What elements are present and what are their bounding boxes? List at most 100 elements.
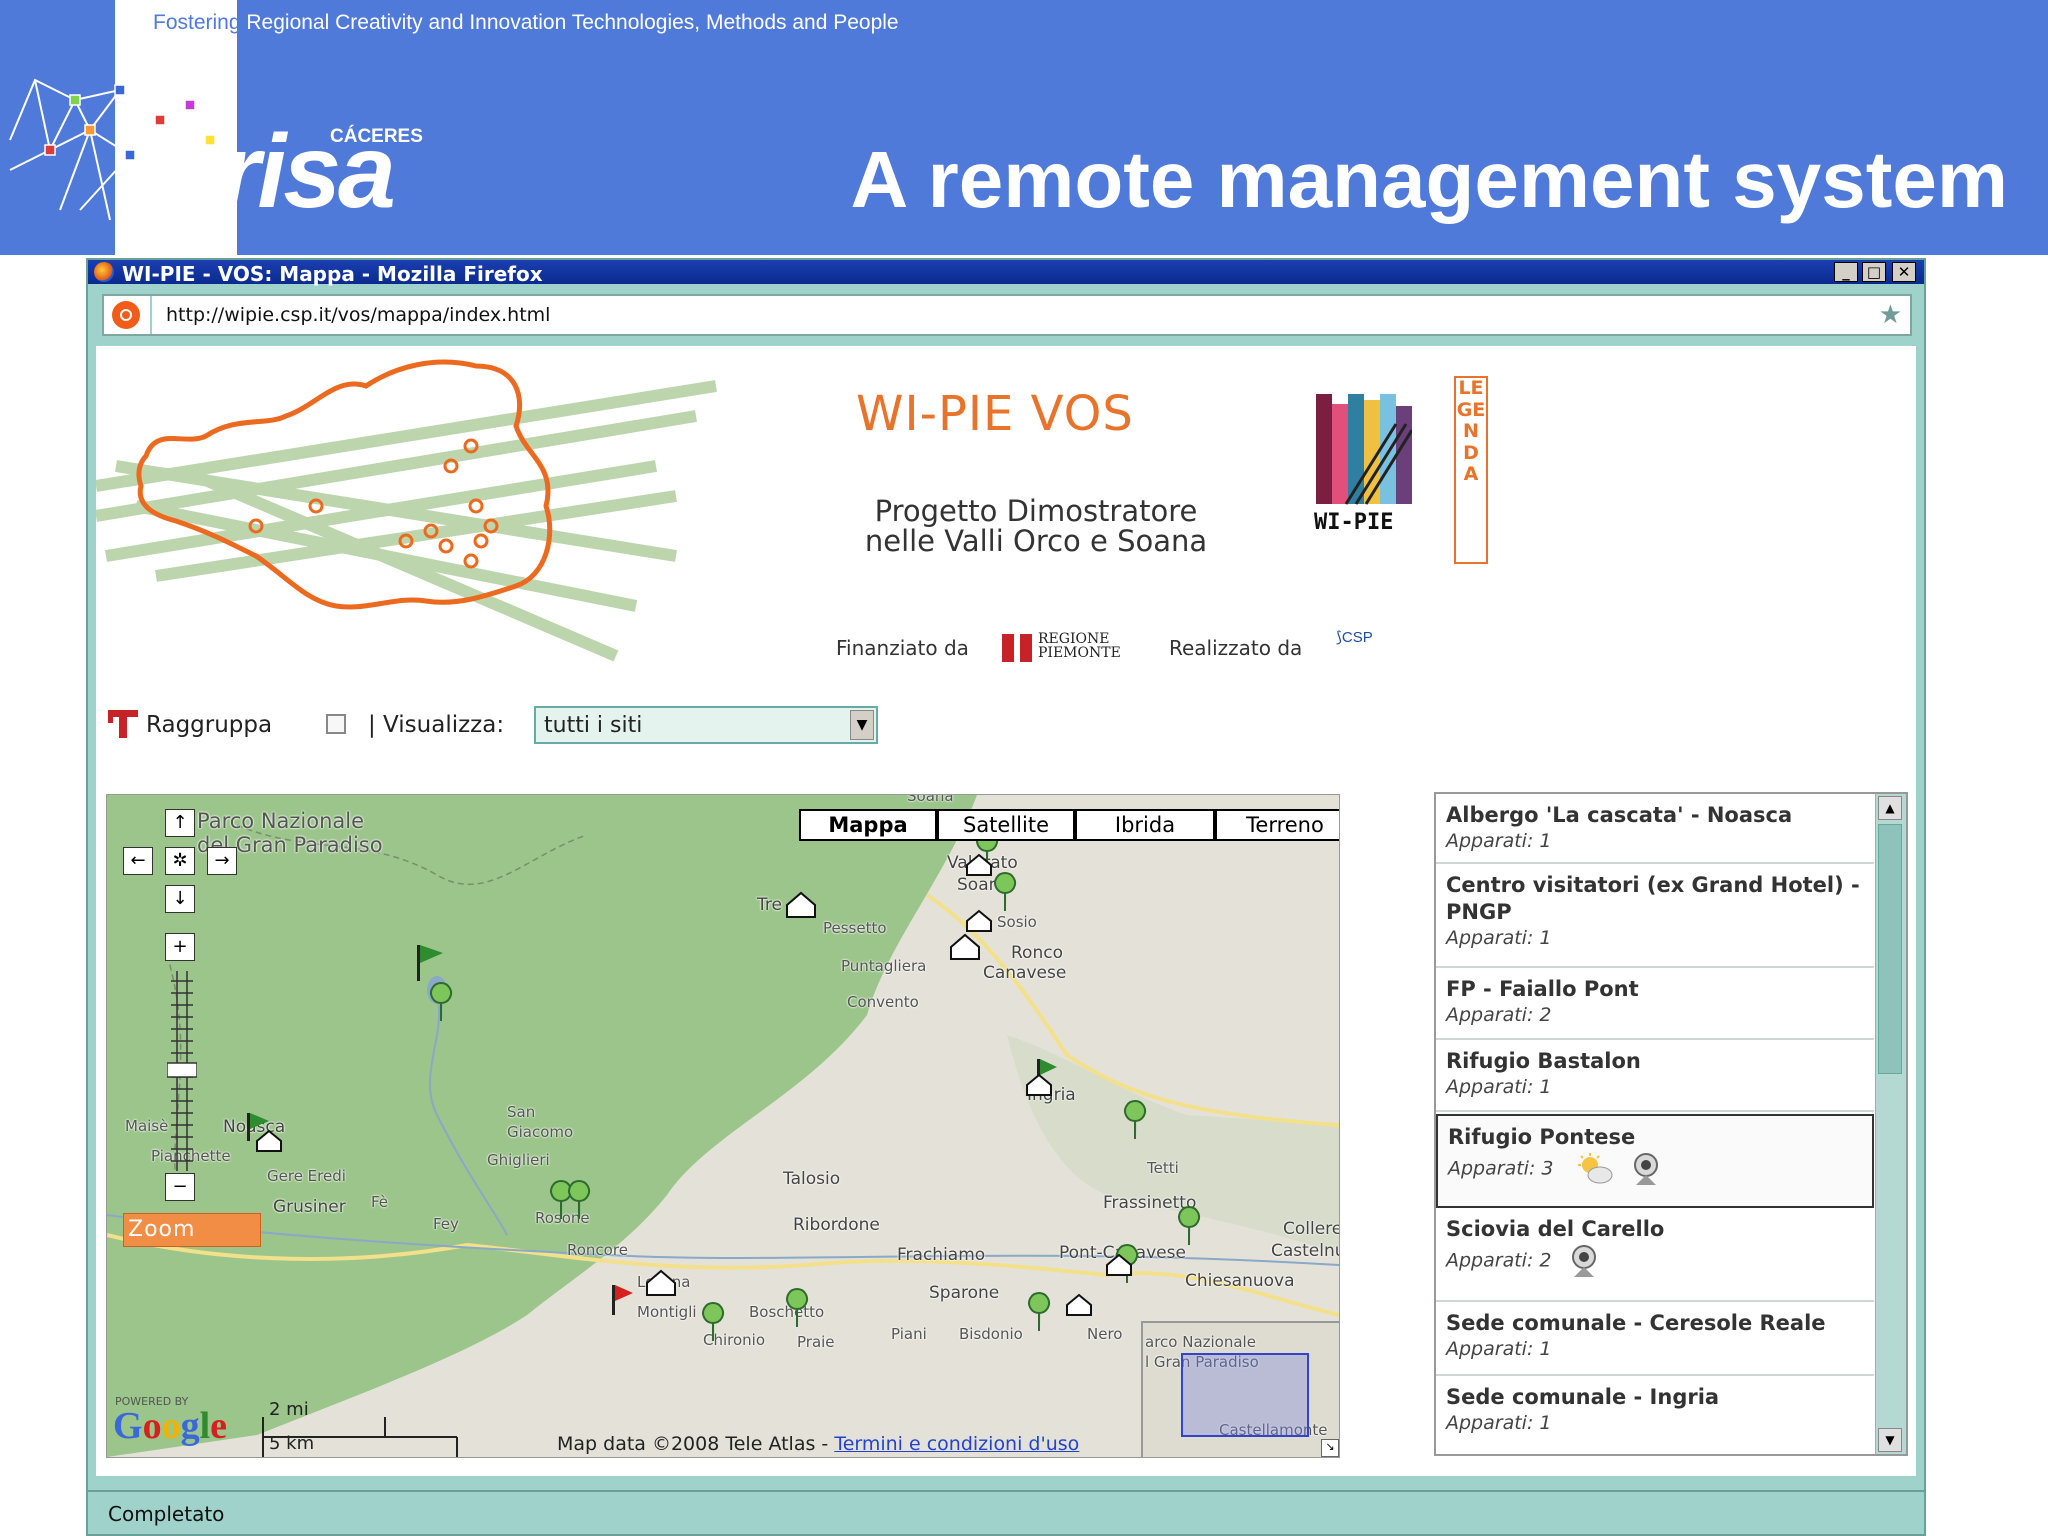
bookmark-star-icon[interactable]: ★ <box>1879 300 1902 330</box>
site-name: Albergo 'La cascata' - Noasca <box>1446 803 1793 827</box>
house-icon <box>786 891 816 918</box>
site-list-item[interactable]: Sede comunale - Ingria Apparati: 1 <box>1436 1376 1874 1454</box>
pan-left-button[interactable]: ← <box>123 847 153 875</box>
close-button[interactable]: ✕ <box>1892 262 1916 282</box>
weather-icon <box>1577 1153 1613 1184</box>
site-list: Albergo 'La cascata' - Noasca Apparati: … <box>1434 792 1908 1456</box>
window-title: WI-PIE - VOS: Mappa - Mozilla Firefox <box>122 262 543 286</box>
zoom-label-box: Zoom <box>123 1213 261 1247</box>
map-type-ibrida[interactable]: Ibrida <box>1075 809 1215 841</box>
map-pin-icon <box>1124 1100 1147 1140</box>
legend-label: LEGENDA <box>1456 377 1486 485</box>
scroll-up-icon[interactable]: ▲ <box>1878 796 1902 820</box>
house-icon <box>646 1269 676 1296</box>
terms-link[interactable]: Termini e condizioni d'uso <box>834 1433 1079 1455</box>
scale-metric: 5 km <box>269 1433 315 1454</box>
zoom-slider[interactable] <box>167 971 197 1171</box>
green-flag-icon <box>417 945 443 981</box>
pan-down-button[interactable]: ↓ <box>165 885 195 913</box>
site-list-item[interactable]: Centro visitatori (ex Grand Hotel) - PNG… <box>1436 864 1874 968</box>
group-icon <box>108 710 138 738</box>
zoom-in-button[interactable]: + <box>165 933 195 961</box>
house-icon <box>950 933 980 960</box>
status-bar: Completato <box>88 1490 1924 1534</box>
map-type-satellite[interactable]: Satellite <box>937 809 1075 841</box>
map-pin-icon <box>550 1180 573 1220</box>
map-pin-icon <box>568 1180 591 1220</box>
map-pin-icon <box>702 1302 725 1342</box>
scroll-thumb[interactable] <box>1878 824 1902 1074</box>
pan-right-button[interactable]: → <box>207 847 237 875</box>
tagline-rest: Regional Creativity and Innovation Techn… <box>240 11 899 34</box>
site-list-item[interactable]: Sciovia del Carello Apparati: 2 <box>1436 1208 1874 1302</box>
zoom-out-button[interactable]: − <box>165 1173 195 1201</box>
overview-map[interactable]: arco Nazionale l Gran Paradiso Castellam… <box>1141 1321 1339 1457</box>
overview-toggle-icon[interactable]: ↘ <box>1321 1439 1339 1457</box>
map-type-mappa[interactable]: Mappa <box>799 809 937 841</box>
slide-header: Fostering Regional Creativity and Innova… <box>0 0 2048 255</box>
address-divider <box>150 296 152 334</box>
minimize-button[interactable]: _ <box>1834 262 1858 282</box>
site-name: Sciovia del Carello <box>1446 1217 1665 1241</box>
group-label: Raggruppa <box>146 712 273 738</box>
map-credit: Map data ©2008 Tele Atlas - Termini e co… <box>557 1433 1079 1455</box>
site-count: Apparati: 1 <box>1446 830 1552 852</box>
overview-viewport[interactable] <box>1181 1353 1309 1437</box>
house-icon <box>966 909 992 932</box>
address-bar[interactable]: http://wipie.csp.it/vos/mappa/index.html… <box>102 294 1912 336</box>
show-select-value: tutti i siti <box>544 713 643 738</box>
map-pin-icon <box>786 1288 809 1328</box>
app-title: WI-PIE VOS <box>856 386 1134 442</box>
funded-by-label: Finanziato da <box>836 636 969 660</box>
site-list-item[interactable]: Albergo 'La cascata' - Noasca Apparati: … <box>1436 794 1874 864</box>
tagline-lead: Fostering <box>153 11 241 34</box>
site-count: Apparati: 1 <box>1446 1338 1552 1360</box>
subtitle-line-2: nelle Valli Orco e Soana <box>864 524 1208 558</box>
group-checkbox[interactable] <box>326 714 346 734</box>
funder-name: REGIONE PIEMONTE <box>1038 631 1121 661</box>
google-logo: Google <box>113 1405 227 1447</box>
csp-logo: ⟆CSP <box>1336 629 1373 646</box>
map-canvas[interactable]: Parco Nazionale del Gran Paradiso Soana … <box>106 794 1340 1458</box>
site-list-scrollbar[interactable]: ▲ ▼ <box>1875 794 1906 1454</box>
site-count: Apparati: 1 <box>1446 1076 1552 1098</box>
scroll-down-icon[interactable]: ▼ <box>1878 1428 1902 1452</box>
site-list-item[interactable]: Sede comunale - Ceresole Reale Apparati:… <box>1436 1302 1874 1376</box>
status-text: Completato <box>108 1502 225 1526</box>
site-count: Apparati: 2 <box>1446 1243 1874 1279</box>
window-titlebar[interactable]: WI-PIE - VOS: Mappa - Mozilla Firefox _ … <box>88 260 1924 286</box>
pan-up-button[interactable]: ↑ <box>165 809 195 837</box>
dropdown-arrow-icon[interactable]: ▼ <box>850 710 874 740</box>
subtitle-line-1: Progetto Dimostratore <box>874 494 1198 528</box>
map-type-terreno[interactable]: Terreno <box>1215 809 1339 841</box>
made-by-label: Realizzato da <box>1169 636 1303 660</box>
map-toolbar: Raggruppa | Visualizza: tutti i siti ▼ <box>106 706 906 746</box>
site-name: Sede comunale - Ceresole Reale <box>1446 1311 1826 1335</box>
slide-title: A remote management system <box>850 135 2008 224</box>
maximize-button[interactable]: □ <box>1862 262 1886 282</box>
site-name: Rifugio Bastalon <box>1446 1049 1641 1073</box>
browser-window: WI-PIE - VOS: Mappa - Mozilla Firefox _ … <box>86 258 1926 1536</box>
legend-button[interactable]: LEGENDA <box>1454 376 1488 564</box>
url-field[interactable]: http://wipie.csp.it/vos/mappa/index.html <box>166 304 550 326</box>
page-content: WI-PIE VOS Progetto Dimostratore nelle V… <box>96 346 1916 1476</box>
webcam-icon <box>1633 1153 1658 1185</box>
house-icon <box>1066 1293 1092 1316</box>
site-count: Apparati: 1 <box>1446 927 1552 949</box>
site-count-text: Apparati: 3 <box>1448 1157 1554 1180</box>
map-pin-icon <box>1028 1292 1051 1332</box>
maker-name: CSP <box>1341 629 1373 646</box>
tagline: Fostering Regional Creativity and Innova… <box>153 11 899 35</box>
firefox-icon <box>94 262 114 282</box>
site-list-item-selected[interactable]: Rifugio Pontese Apparati: 3 <box>1436 1114 1874 1208</box>
site-name: FP - Faiallo Pont <box>1446 977 1639 1001</box>
show-select[interactable]: tutti i siti ▼ <box>534 706 878 744</box>
site-list-item[interactable]: FP - Faiallo Pont Apparati: 2 <box>1436 968 1874 1040</box>
site-name: Centro visitatori (ex Grand Hotel) - PNG… <box>1446 873 1860 924</box>
map-pin-icon <box>430 982 453 1022</box>
app-subtitle: Progetto Dimostratore nelle Valli Orco e… <box>816 496 1256 556</box>
pan-center-button[interactable]: ✲ <box>165 847 195 875</box>
site-count: Apparati: 3 <box>1448 1151 1872 1187</box>
red-flag-icon <box>612 1285 633 1315</box>
site-list-item[interactable]: Rifugio Bastalon Apparati: 1 <box>1436 1040 1874 1112</box>
